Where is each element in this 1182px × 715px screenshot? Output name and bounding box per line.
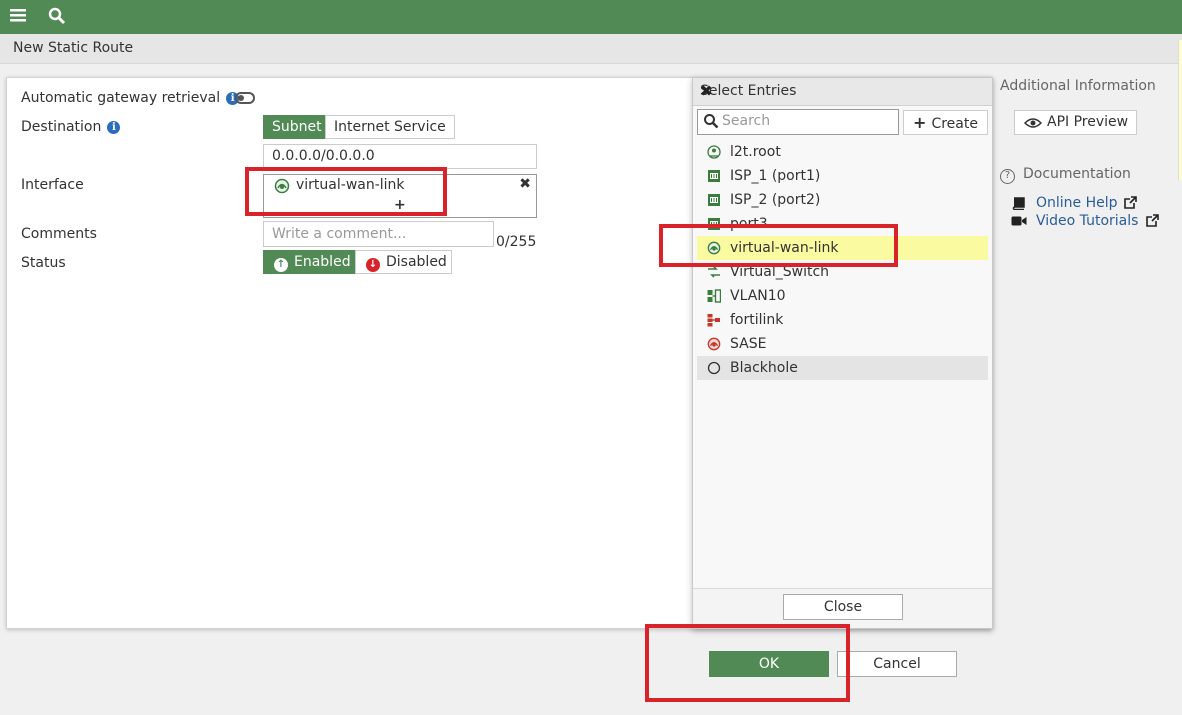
remove-icon[interactable]: ✖	[519, 176, 531, 192]
page-title: New Static Route	[13, 40, 134, 56]
comments-label: Comments	[21, 226, 97, 242]
create-label: Create	[931, 116, 978, 132]
status-disabled-label: Disabled	[386, 254, 447, 270]
fortilink-icon	[707, 314, 720, 327]
sase-icon	[707, 337, 721, 351]
create-button[interactable]: + Create	[903, 110, 988, 135]
comments-textarea[interactable]: Write a comment...	[263, 221, 494, 247]
entry-label: l2t.root	[730, 144, 781, 160]
cancel-button[interactable]: Cancel	[837, 651, 957, 677]
destination-label: Destination	[21, 119, 102, 135]
destination-row: Destination i	[21, 119, 121, 135]
auto-gateway-row: Automatic gateway retrieval i	[21, 90, 240, 106]
entries-search-input[interactable]: Search	[697, 109, 899, 135]
port-icon	[708, 194, 720, 206]
search-placeholder: Search	[722, 113, 771, 129]
scroll-edge	[1178, 40, 1182, 180]
select-entries-popup: Select Entries ✖ Search + Create l2t.root…	[692, 77, 993, 629]
plus-icon: +	[913, 113, 927, 132]
entry-item[interactable]: ISP_1 (port1)	[697, 164, 988, 188]
auto-gateway-toggle[interactable]	[235, 92, 255, 104]
close-button[interactable]: Close	[783, 594, 903, 620]
annotation-highlight-ok	[645, 624, 850, 702]
status-enabled-button[interactable]: ↑ Enabled	[263, 250, 360, 274]
search-icon	[703, 113, 719, 133]
tunnel-icon	[707, 145, 721, 159]
annotation-highlight-interface	[245, 167, 447, 216]
api-preview-button[interactable]: API Preview	[1014, 110, 1137, 135]
vlan-icon	[707, 289, 721, 303]
entry-label: ISP_2 (port2)	[730, 192, 821, 208]
comments-counter: 0/255	[496, 234, 537, 250]
entry-label: fortilink	[730, 312, 784, 328]
entry-label: ISP_1 (port1)	[730, 168, 821, 184]
additional-info-heading: Additional Information	[1000, 78, 1156, 94]
search-icon[interactable]	[48, 7, 66, 30]
entry-label: SASE	[730, 336, 767, 352]
close-icon[interactable]: ✖	[700, 82, 983, 100]
status-enabled-label: Enabled	[294, 254, 351, 270]
entry-item[interactable]: fortilink	[697, 308, 988, 332]
dest-tab-internet-service[interactable]: Internet Service	[325, 115, 455, 139]
entry-item[interactable]: l2t.root	[697, 140, 988, 164]
eye-icon	[1024, 118, 1042, 128]
external-link-icon[interactable]	[1145, 213, 1160, 228]
book-icon	[1012, 197, 1025, 210]
entry-label: VLAN10	[730, 288, 786, 304]
popup-title-bar: Select Entries ✖	[693, 78, 992, 106]
top-bar	[0, 0, 1182, 34]
dest-tab-subnet[interactable]: Subnet	[263, 115, 331, 139]
popup-footer: Close	[693, 588, 992, 628]
status-disabled-button[interactable]: ↓ Disabled	[355, 250, 452, 274]
arrow-down-icon: ↓	[366, 258, 380, 272]
documentation-label: Documentation	[1023, 166, 1131, 182]
blackhole-icon	[707, 361, 721, 375]
auto-gateway-label: Automatic gateway retrieval	[21, 90, 221, 106]
interface-label: Interface	[21, 177, 84, 193]
breadcrumb-bar: New Static Route	[0, 34, 1182, 64]
entry-item[interactable]: SASE	[697, 332, 988, 356]
port-icon	[708, 170, 720, 182]
video-icon	[1011, 216, 1027, 226]
annotation-highlight-entry	[659, 224, 898, 267]
video-tutorials-link[interactable]: Video Tutorials	[1036, 213, 1138, 229]
entry-item[interactable]: Blackhole	[697, 356, 988, 380]
entry-label: Blackhole	[730, 360, 798, 376]
info-icon[interactable]: i	[107, 121, 121, 134]
menu-icon[interactable]	[10, 7, 26, 27]
question-icon: ?	[1000, 169, 1015, 184]
entry-item[interactable]: VLAN10	[697, 284, 988, 308]
online-help-link[interactable]: Online Help	[1036, 195, 1118, 211]
status-label: Status	[21, 255, 66, 271]
api-preview-label: API Preview	[1047, 114, 1129, 130]
documentation-heading: ? Documentation	[1000, 166, 1131, 184]
external-link-icon[interactable]	[1123, 195, 1138, 210]
switch-icon	[708, 266, 720, 278]
entry-item[interactable]: ISP_2 (port2)	[697, 188, 988, 212]
destination-input[interactable]: 0.0.0.0/0.0.0.0	[263, 144, 537, 169]
arrow-up-icon: ↑	[274, 258, 288, 272]
